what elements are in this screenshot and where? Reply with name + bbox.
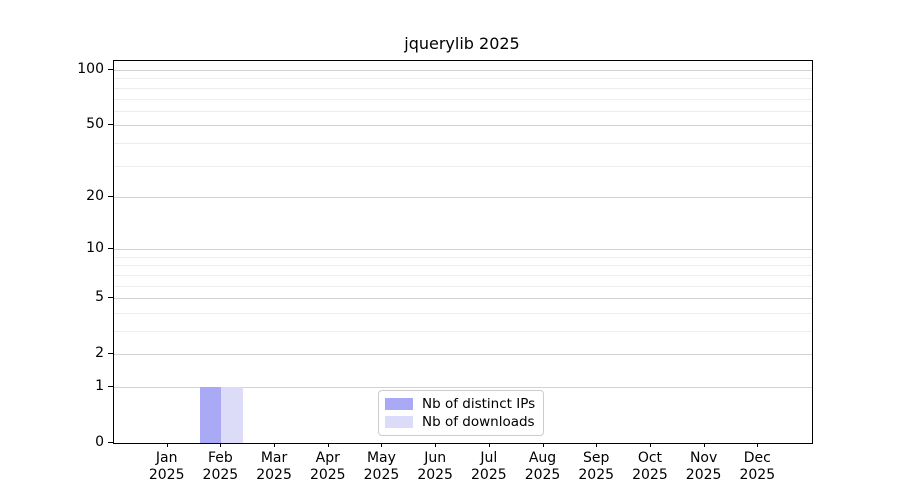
gridline-minor	[114, 98, 812, 100]
gridline-minor	[114, 256, 812, 258]
y-tick-mark	[108, 124, 113, 126]
plot-area	[113, 60, 813, 444]
gridline-major	[114, 298, 812, 300]
x-tick-label: Sep 2025	[566, 450, 626, 484]
gridline-minor	[114, 165, 812, 167]
x-tick-mark	[757, 443, 759, 447]
x-tick-label: Apr 2025	[298, 450, 358, 484]
x-tick-label: Aug 2025	[513, 450, 573, 484]
x-tick-month: Apr	[315, 450, 340, 466]
x-tick-label: Jan 2025	[137, 450, 197, 484]
y-tick-label: 0	[95, 434, 104, 450]
y-tick-label: 1	[95, 377, 104, 394]
x-tick-mark	[327, 443, 329, 447]
x-tick-mark	[488, 443, 490, 447]
gridline-major	[114, 196, 812, 198]
gridline-minor	[114, 285, 812, 287]
y-tick-label: 100	[77, 61, 104, 78]
x-tick-month: Aug	[528, 450, 557, 466]
x-tick-month: Nov	[689, 450, 718, 466]
bar-nb-of-downloads	[221, 386, 243, 443]
y-tick-label: 2	[95, 345, 104, 362]
gridline-minor	[114, 330, 812, 332]
gridline-major	[114, 249, 812, 251]
y-tick-mark	[108, 195, 113, 197]
gridline-minor	[114, 265, 812, 267]
legend-swatch-downloads	[385, 416, 413, 428]
y-tick-label: 5	[95, 289, 104, 306]
x-tick-mark	[649, 443, 651, 447]
x-tick-mark	[596, 443, 598, 447]
y-tick-mark	[108, 297, 113, 299]
x-tick-year: 2025	[524, 467, 561, 483]
gridline-major	[114, 125, 812, 127]
y-tick-mark	[108, 385, 113, 387]
x-tick-year: 2025	[256, 467, 292, 483]
x-tick-label: Oct 2025	[620, 450, 680, 484]
y-tick-label: 20	[86, 187, 104, 204]
legend-item-downloads: Nb of downloads	[385, 414, 535, 430]
chart-title: jquerylib 2025	[404, 34, 520, 53]
x-tick-year: 2025	[417, 467, 453, 483]
x-tick-year: 2025	[578, 467, 615, 483]
gridline-major	[114, 354, 812, 356]
x-tick-label: May 2025	[351, 450, 411, 484]
x-tick-year: 2025	[148, 467, 185, 483]
bar-nb-of-distinct-ips	[199, 386, 222, 443]
x-tick-month: May	[366, 450, 396, 466]
x-tick-label: Jul 2025	[459, 450, 519, 484]
y-tick-label: 10	[86, 240, 104, 257]
gridline-minor	[114, 110, 812, 112]
gridline-major	[114, 70, 812, 72]
x-tick-label: Feb 2025	[190, 450, 250, 484]
x-tick-label: Dec 2025	[727, 450, 787, 484]
x-tick-month: Dec	[743, 450, 771, 466]
x-tick-mark	[542, 443, 544, 447]
x-tick-mark	[435, 443, 437, 447]
legend-swatch-distinct-ips	[385, 398, 413, 410]
gridline-minor	[114, 274, 812, 276]
y-tick-mark	[108, 353, 113, 355]
gridline-minor	[114, 312, 812, 314]
y-tick-mark	[108, 69, 113, 71]
x-tick-month: Jan	[155, 450, 178, 466]
gridline-minor	[114, 87, 812, 89]
x-tick-mark	[703, 443, 705, 447]
x-tick-label: Mar 2025	[244, 450, 304, 484]
x-tick-month: Jul	[480, 450, 498, 466]
x-tick-year: 2025	[363, 467, 400, 483]
gridline-minor	[114, 142, 812, 144]
x-tick-month: Sep	[583, 450, 610, 466]
x-tick-mark	[220, 443, 222, 447]
y-tick-mark	[108, 248, 113, 250]
x-tick-label: Jun 2025	[405, 450, 465, 484]
x-tick-year: 2025	[685, 467, 722, 483]
x-tick-month: Feb	[207, 450, 233, 466]
x-tick-year: 2025	[632, 467, 668, 483]
x-tick-year: 2025	[202, 467, 239, 483]
x-tick-year: 2025	[309, 467, 346, 483]
figure: jquerylib 2025 0 1 2 5 10 20 50 100 Jan 2025 Feb 2…	[0, 0, 900, 500]
legend-item-distinct-ips: Nb of distinct IPs	[385, 396, 535, 412]
x-tick-month: Mar	[260, 450, 288, 466]
y-tick-mark	[108, 442, 113, 443]
legend-label-downloads: Nb of downloads	[422, 414, 535, 430]
gridline-minor	[114, 78, 812, 80]
x-tick-year: 2025	[739, 467, 776, 483]
legend: Nb of distinct IPs Nb of downloads	[378, 390, 544, 436]
x-tick-label: Nov 2025	[674, 450, 734, 484]
x-tick-month: Jun	[424, 450, 447, 466]
x-tick-year: 2025	[471, 467, 507, 483]
x-tick-month: Oct	[637, 450, 663, 466]
x-tick-mark	[274, 443, 276, 447]
x-tick-mark	[166, 443, 168, 447]
y-tick-label: 50	[86, 116, 104, 133]
legend-label-distinct-ips: Nb of distinct IPs	[422, 396, 536, 412]
x-tick-mark	[381, 443, 383, 447]
